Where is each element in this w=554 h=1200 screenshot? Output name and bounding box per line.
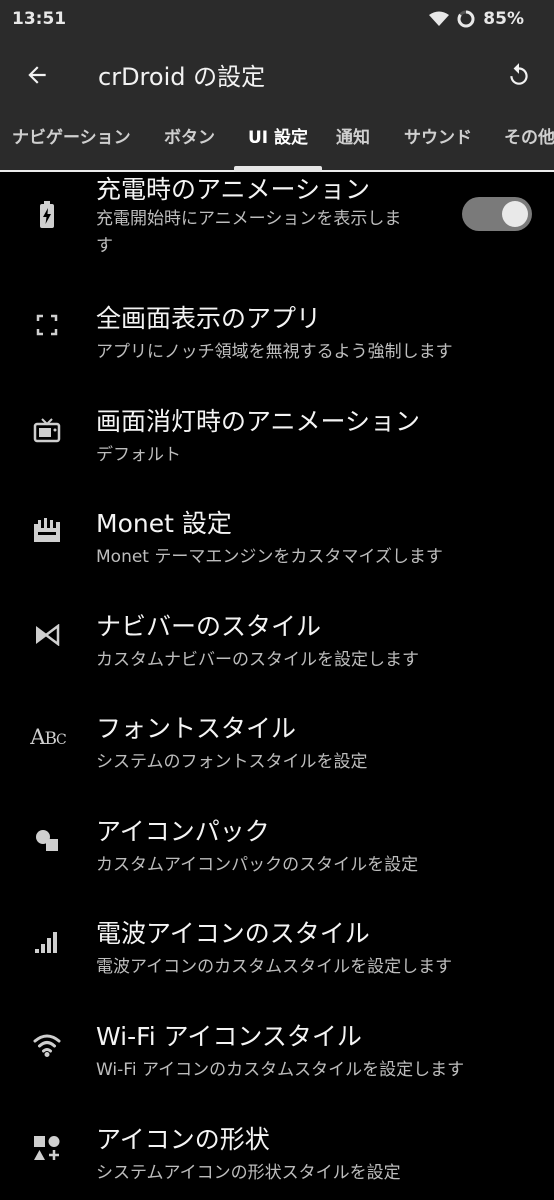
setting-subtitle: デフォルト bbox=[96, 445, 181, 465]
setting-subtitle: システムアイコンの形状スタイルを設定 bbox=[96, 1163, 401, 1183]
setting-title: Wi-Fi アイコンスタイル bbox=[96, 1022, 362, 1051]
setting-font-style[interactable]: ABC フォントスタイル システムのフォントスタイルを設定 bbox=[0, 692, 554, 792]
charging-animation-toggle[interactable] bbox=[462, 197, 532, 231]
status-time: 13:51 bbox=[12, 9, 67, 29]
setting-title: Monet 設定 bbox=[96, 509, 232, 538]
icon-shape-icon bbox=[30, 1131, 64, 1165]
setting-screen-off-animation[interactable]: 画面消灯時のアニメーション デフォルト bbox=[0, 385, 554, 485]
wifi-status-icon bbox=[429, 11, 450, 27]
setting-navbar-style[interactable]: ナビバーのスタイル カスタムナビバーのスタイルを設定します bbox=[0, 590, 554, 690]
battery-percent: 85% bbox=[483, 9, 524, 29]
reset-button[interactable] bbox=[500, 56, 538, 94]
setting-signal-icon-style[interactable]: 電波アイコンのスタイル 電波アイコンのカスタムスタイルを設定します bbox=[0, 897, 554, 997]
back-button[interactable] bbox=[18, 56, 56, 94]
setting-subtitle: 電波アイコンのカスタムスタイルを設定します bbox=[96, 957, 453, 977]
setting-wifi-icon-style[interactable]: Wi-Fi アイコンスタイル Wi-Fi アイコンのカスタムスタイルを設定します bbox=[0, 1000, 554, 1100]
wifi-icon bbox=[30, 1028, 64, 1062]
setting-subtitle: カスタムアイコンパックのスタイルを設定 bbox=[96, 855, 419, 875]
setting-title: 画面消灯時のアニメーション bbox=[96, 407, 421, 436]
setting-icon-pack[interactable]: アイコンパック カスタムアイコンパックのスタイルを設定 bbox=[0, 795, 554, 895]
reset-icon bbox=[510, 63, 528, 85]
signal-icon bbox=[30, 925, 64, 959]
app-bar: crDroid の設定 bbox=[0, 40, 554, 110]
setting-fullscreen-apps[interactable]: 全画面表示のアプリ アプリにノッチ領域を無視するよう強制します bbox=[0, 282, 554, 382]
tab-sound[interactable]: サウンド bbox=[404, 110, 472, 170]
tab-navigation[interactable]: ナビゲーション bbox=[12, 110, 131, 170]
font-icon: ABC bbox=[30, 725, 66, 749]
tab-buttons[interactable]: ボタン bbox=[164, 110, 215, 170]
setting-title: 電波アイコンのスタイル bbox=[96, 919, 370, 948]
tab-bar: ナビゲーション ボタン UI 設定 通知 サウンド その他 bbox=[0, 110, 554, 172]
setting-title: フォントスタイル bbox=[96, 714, 297, 743]
settings-list: 充電時のアニメーション 充電開始時にアニメーションを表示しま す 全画面表示のア… bbox=[0, 172, 554, 1200]
arrow-back-icon bbox=[28, 66, 46, 84]
shapes-icon bbox=[30, 823, 64, 857]
monet-icon bbox=[30, 513, 64, 547]
setting-title: 全画面表示のアプリ bbox=[96, 304, 322, 333]
tab-other[interactable]: その他 bbox=[504, 110, 554, 170]
tab-notifications[interactable]: 通知 bbox=[336, 110, 370, 170]
setting-subtitle: Monet テーマエンジンをカスタマイズします bbox=[96, 547, 443, 567]
setting-subtitle: 充電開始時にアニメーションを表示しま す bbox=[96, 209, 402, 256]
setting-monet[interactable]: Monet 設定 Monet テーマエンジンをカスタマイズします bbox=[0, 487, 554, 587]
setting-subtitle: カスタムナビバーのスタイルを設定します bbox=[96, 650, 419, 670]
navbar-icon bbox=[30, 618, 64, 652]
setting-subtitle: アプリにノッチ領域を無視するよう強制します bbox=[96, 342, 453, 362]
setting-subtitle: Wi-Fi アイコンのカスタムスタイルを設定します bbox=[96, 1060, 465, 1080]
tab-ui-settings[interactable]: UI 設定 bbox=[248, 110, 308, 170]
setting-title: アイコンパック bbox=[96, 817, 270, 846]
setting-subtitle: システムのフォントスタイルを設定 bbox=[96, 752, 368, 772]
tv-icon bbox=[30, 413, 64, 447]
setting-title: アイコンの形状 bbox=[96, 1125, 270, 1154]
toggle-knob bbox=[502, 201, 528, 227]
setting-title: ナビバーのスタイル bbox=[96, 612, 322, 641]
battery-ring-icon bbox=[457, 10, 475, 28]
battery-charging-icon bbox=[30, 198, 64, 232]
setting-title: 充電時のアニメーション bbox=[96, 175, 371, 204]
page-title: crDroid の設定 bbox=[98, 63, 266, 91]
setting-icon-shape[interactable]: アイコンの形状 システムアイコンの形状スタイルを設定 bbox=[0, 1103, 554, 1200]
status-bar: 13:51 85% bbox=[0, 0, 554, 40]
setting-charging-animation[interactable]: 充電時のアニメーション 充電開始時にアニメーションを表示しま す bbox=[0, 172, 554, 268]
status-indicators: 85% bbox=[429, 9, 524, 29]
fullscreen-icon bbox=[30, 308, 64, 342]
